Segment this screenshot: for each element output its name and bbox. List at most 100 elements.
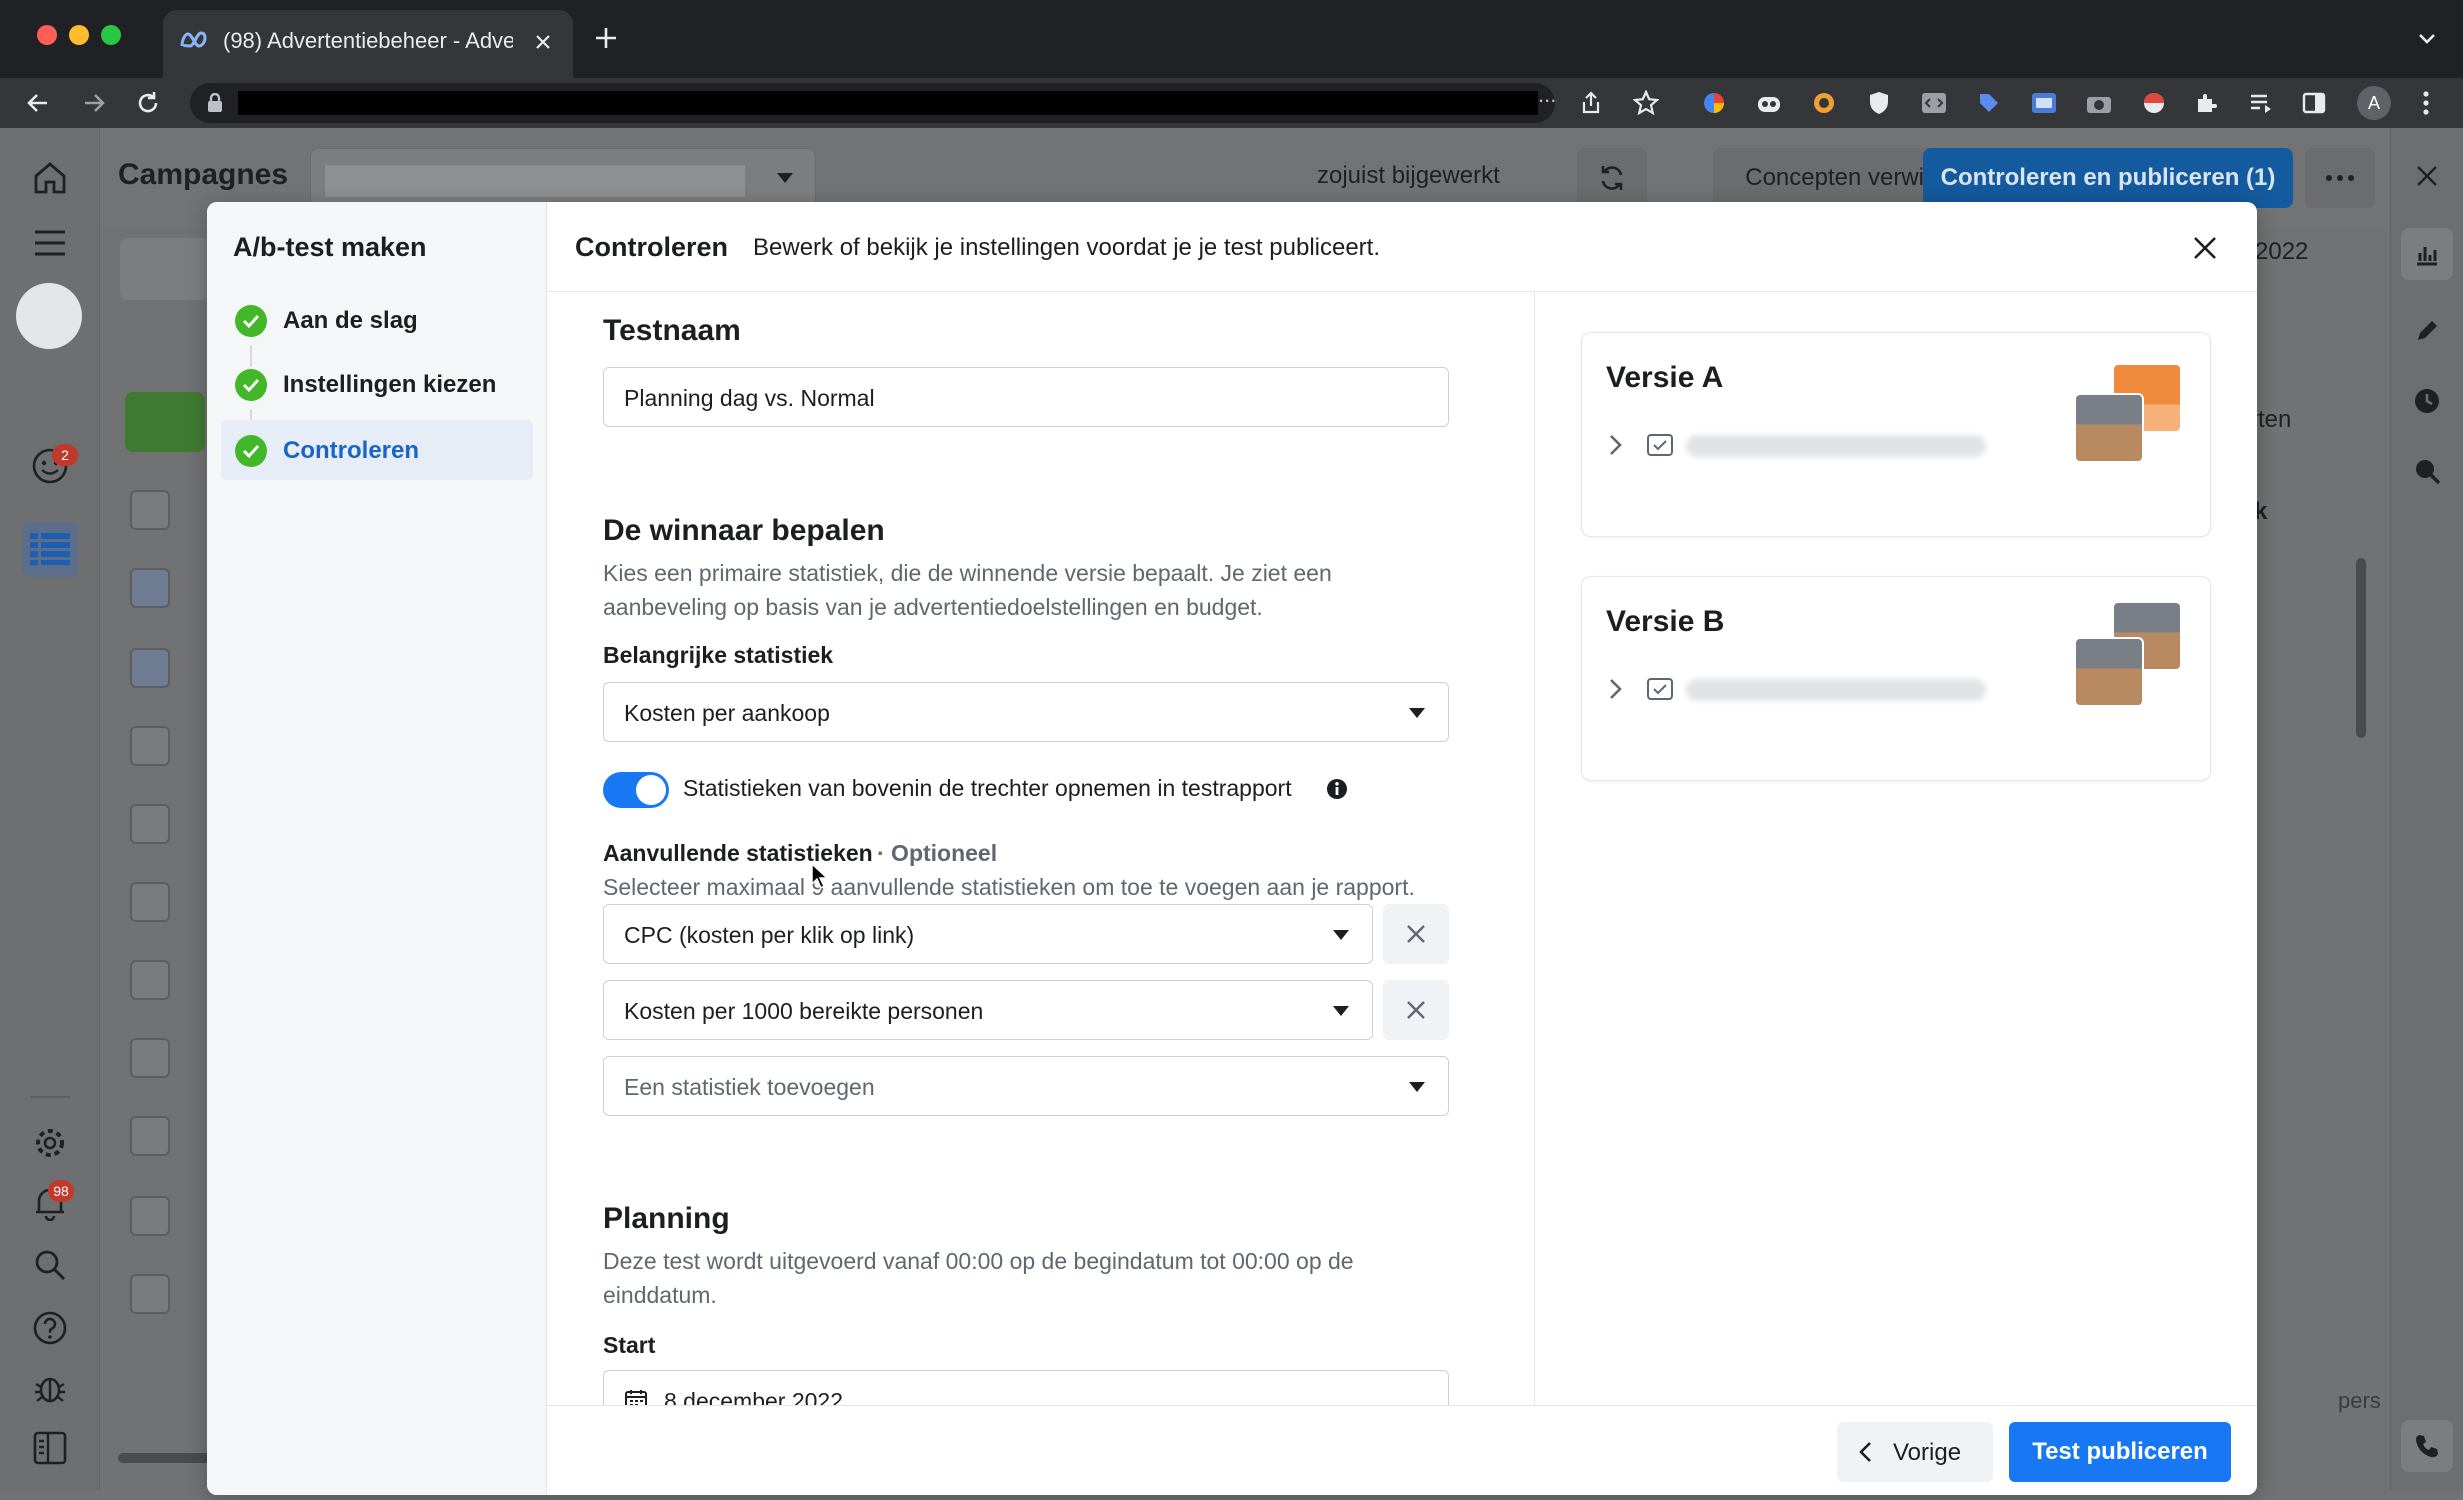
add-metric-placeholder: Een statistiek toevoegen	[624, 1074, 875, 1100]
publish-test-button[interactable]: Test publiceren	[2009, 1422, 2231, 1482]
extension-shield-icon[interactable]	[1865, 89, 1893, 117]
side-panel-toggle-icon[interactable]	[30, 1428, 70, 1468]
additional-metrics-label: Aanvullende statistieken	[603, 840, 873, 866]
test-name-input[interactable]: Planning dag vs. Normal	[603, 367, 1449, 427]
maximize-window-button[interactable]	[101, 25, 121, 45]
background-row-checkbox	[130, 1116, 170, 1156]
profile-avatar[interactable]: A	[2357, 86, 2391, 120]
meta-logo-icon	[179, 30, 209, 52]
rail-divider	[30, 1096, 70, 1098]
tab-search-chevron-icon[interactable]	[2415, 26, 2439, 50]
campaign-selector[interactable]	[310, 148, 816, 208]
bug-report-icon[interactable]	[30, 1368, 70, 1408]
extension-grid-icon[interactable]	[1810, 89, 1838, 117]
campaign-icon	[1646, 431, 1674, 457]
campaigns-table-icon[interactable]	[22, 521, 78, 577]
version-b-title: Versie B	[1606, 605, 1725, 638]
back-button[interactable]: Vorige	[1837, 1422, 1993, 1482]
step-choose-settings[interactable]: Instellingen kiezen	[221, 354, 533, 414]
winner-description-line-1: Kies een primaire statistiek, die de win…	[603, 560, 1332, 586]
close-icon[interactable]	[2185, 228, 2225, 268]
home-icon[interactable]	[30, 158, 70, 198]
history-clock-icon[interactable]	[2409, 383, 2445, 419]
chevron-right-icon[interactable]	[1608, 433, 1624, 457]
ab-test-modal: A/b-test maken Aan de slag Instellingen …	[207, 202, 2257, 1495]
search-icon[interactable]	[30, 1245, 70, 1285]
refresh-button[interactable]	[1577, 148, 1647, 208]
add-metric-select[interactable]: Een statistiek toevoegen	[603, 1056, 1449, 1116]
campaign-name-redacted	[1686, 679, 1986, 701]
step-label: Controleren	[283, 437, 420, 464]
media-queue-icon[interactable]	[2247, 89, 2275, 117]
background-row-checkbox	[130, 568, 170, 608]
minimize-window-button[interactable]	[69, 25, 89, 45]
extension-code-icon[interactable]	[1920, 89, 1948, 117]
additional-metrics-description: Selecteer maximaal 9 aanvullende statist…	[603, 874, 1415, 900]
planning-heading: Planning	[603, 1202, 730, 1235]
version-preview-panel: Versie A Versie B	[1534, 292, 2257, 1405]
step-review[interactable]: Controleren	[221, 420, 533, 480]
chart-icon[interactable]	[2401, 228, 2453, 280]
info-icon[interactable]	[1326, 778, 1348, 800]
caret-down-icon	[775, 171, 795, 185]
reload-icon[interactable]	[134, 89, 162, 117]
extension-robot-icon[interactable]	[1755, 89, 1783, 117]
step-getting-started[interactable]: Aan de slag	[221, 290, 533, 350]
ad-thumbnail	[2074, 393, 2144, 463]
extension-pokeball-icon[interactable]	[2140, 89, 2168, 117]
share-icon[interactable]	[1577, 89, 1605, 117]
background-row-checkbox	[130, 1274, 170, 1314]
extension-color-icon[interactable]	[1700, 89, 1728, 117]
account-avatar[interactable]	[16, 283, 82, 349]
close-panel-icon[interactable]	[2409, 158, 2445, 194]
side-panel-icon[interactable]	[2300, 89, 2328, 117]
close-window-button[interactable]	[37, 25, 57, 45]
background-footer-text: pers	[2338, 1388, 2381, 1413]
winner-heading: De winnaar bepalen	[603, 514, 885, 547]
start-date-value: 8 december 2022	[664, 1388, 844, 1405]
bookmark-star-icon[interactable]	[1632, 89, 1660, 117]
background-date-year: 2022	[2255, 238, 2309, 265]
additional-metric-value: CPC (kosten per klik op link)	[624, 922, 915, 948]
start-date-input[interactable]: 8 december 2022	[603, 1370, 1449, 1405]
browser-tab[interactable]: (98) Advertentiebeheer - Adve	[163, 10, 573, 78]
version-b-card[interactable]: Versie B	[1581, 576, 2211, 781]
chevron-right-icon[interactable]	[1608, 677, 1624, 701]
remove-metric-button[interactable]	[1383, 980, 1449, 1040]
inspect-search-icon[interactable]	[2409, 453, 2445, 489]
url-ellipsis: ...	[1538, 82, 1557, 107]
additional-metric-select-1[interactable]: CPC (kosten per klik op link)	[603, 904, 1373, 964]
extension-camera-icon[interactable]	[2085, 89, 2113, 117]
browser-menu-icon[interactable]	[2412, 89, 2440, 117]
extension-window-icon[interactable]	[2030, 89, 2058, 117]
background-row-checkbox	[130, 882, 170, 922]
modal-footer: Vorige Test publiceren	[547, 1405, 2257, 1495]
browser-toolbar: ... A	[0, 78, 2463, 128]
review-and-publish-button[interactable]: Controleren en publiceren (1)	[1923, 148, 2293, 208]
tab-close-icon[interactable]	[533, 32, 553, 52]
settings-gear-icon[interactable]	[30, 1123, 70, 1163]
phone-icon[interactable]	[2401, 1420, 2453, 1472]
help-icon[interactable]	[30, 1308, 70, 1348]
version-a-title: Versie A	[1606, 361, 1724, 394]
step-complete-check-icon	[235, 305, 267, 337]
additional-metric-select-2[interactable]: Kosten per 1000 bereikte personen	[603, 980, 1373, 1040]
key-metric-select[interactable]: Kosten per aankoop	[603, 682, 1449, 742]
version-a-card[interactable]: Versie A	[1581, 332, 2211, 537]
winner-description-line-2: aanbeveling op basis van je advertentied…	[603, 594, 1263, 620]
address-bar[interactable]	[190, 83, 1555, 123]
forward-arrow-icon[interactable]	[80, 89, 108, 117]
background-scrollbar	[2356, 558, 2366, 738]
new-tab-icon[interactable]	[592, 24, 620, 52]
back-arrow-icon[interactable]	[24, 89, 52, 117]
caret-down-icon	[1332, 1005, 1350, 1017]
edit-pencil-icon[interactable]	[2409, 313, 2445, 349]
top-funnel-metrics-toggle[interactable]	[603, 772, 669, 808]
start-date-label: Start	[603, 1332, 656, 1358]
extension-tag-icon[interactable]	[1975, 89, 2003, 117]
more-options-icon[interactable]	[2305, 148, 2375, 208]
remove-metric-button[interactable]	[1383, 904, 1449, 964]
menu-icon[interactable]	[30, 223, 70, 263]
extensions-puzzle-icon[interactable]	[2192, 89, 2220, 117]
background-row-checkbox	[130, 1196, 170, 1236]
